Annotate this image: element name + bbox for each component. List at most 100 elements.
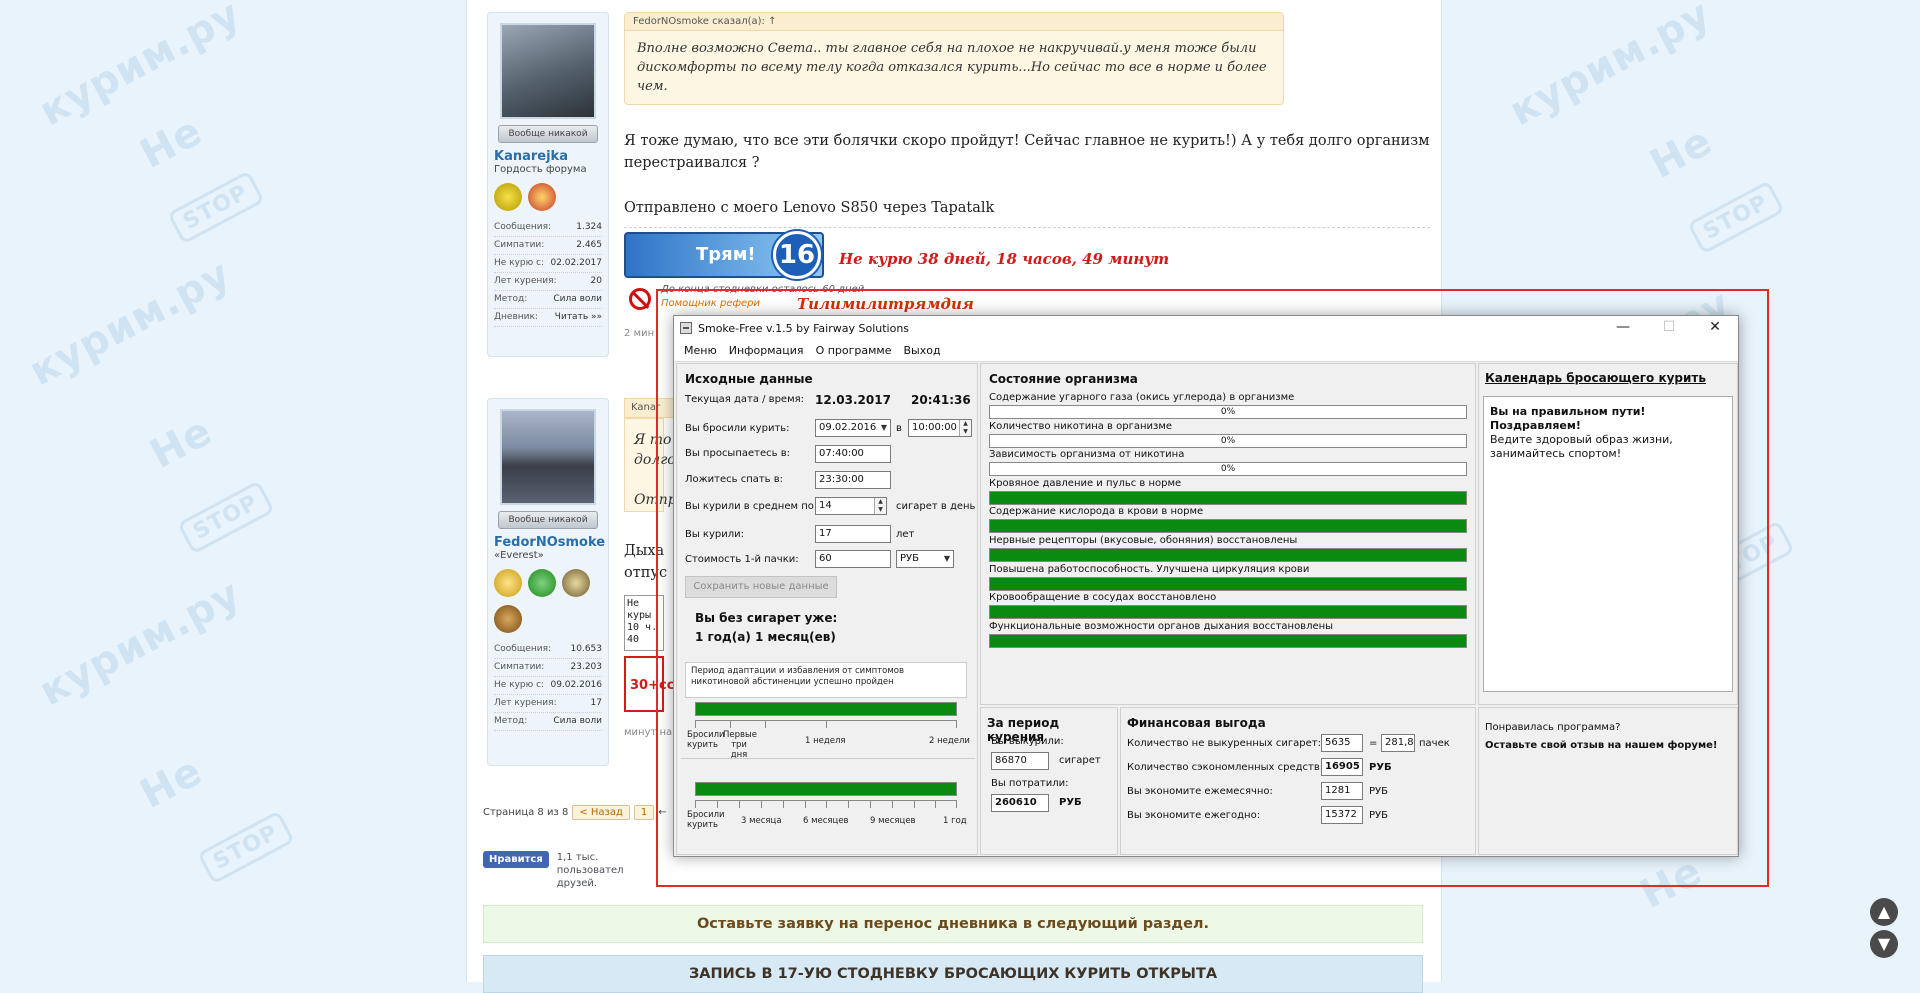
user-stat-value: Сила воли: [553, 716, 602, 726]
spinner-icon[interactable]: ▲ ▼: [874, 498, 886, 514]
username-link[interactable]: FedorNOsmoke: [494, 535, 605, 550]
progress-text: 0%: [1220, 407, 1236, 417]
user-stat-row: Симпатии: 2.465: [494, 237, 602, 255]
spinner-icon[interactable]: ▲ ▼: [959, 420, 971, 436]
avatar[interactable]: [500, 409, 596, 505]
years-unit: лет: [896, 529, 915, 540]
progress-fill: [696, 783, 956, 795]
signature-divider: [624, 227, 1430, 228]
calendar-line: Вы на правильном пути!: [1490, 405, 1646, 418]
prev-page-button[interactable]: < Назад: [572, 805, 630, 820]
calendar-panel: Календарь бросающего курить Вы на правил…: [1478, 363, 1738, 705]
quit-date-picker[interactable]: 09.02.2016 ▼: [815, 419, 891, 437]
trophy-icon[interactable]: [494, 183, 522, 211]
user-stat-label: Не курю с:: [494, 258, 545, 268]
health-progress-bar: [989, 490, 1467, 505]
avatar[interactable]: [500, 23, 596, 119]
menu-item-info[interactable]: Информация: [723, 344, 810, 357]
user-stat-label: Сообщения:: [494, 644, 552, 654]
menu-item-about[interactable]: О программе: [810, 344, 898, 357]
badges: [494, 183, 602, 211]
health-progress-bar: 0%: [989, 433, 1467, 448]
price-input[interactable]: 60: [815, 550, 891, 568]
user-stat-label: Лет курения:: [494, 276, 557, 286]
avg-cigarettes-stepper[interactable]: 14 ▲ ▼: [815, 497, 887, 515]
user-stat-label: Дневник:: [494, 312, 538, 322]
years-input[interactable]: 17: [815, 525, 891, 543]
packs-value: 281,8: [1381, 734, 1415, 752]
menu-item-exit[interactable]: Выход: [898, 344, 947, 357]
health-item-label: Нервные рецепторы (вкусовые, обоняния) в…: [989, 535, 1298, 546]
announcement-banner[interactable]: ЗАПИСЬ В 17-УЮ СТОДНЕВКУ БРОСАЮЩИХ КУРИТ…: [483, 955, 1423, 993]
user-info-panel: Вообще никакой Kanarejka Гордость форума…: [487, 12, 609, 357]
saved-label: Количество сэкономленных средств:: [1127, 762, 1324, 773]
user-title: Гордость форума: [494, 164, 587, 175]
app-window: Smoke-Free v.1.5 by Fairway Solutions — …: [673, 315, 1739, 857]
star-icon[interactable]: [494, 605, 522, 633]
post-message: Я тоже думаю, что все эти болячки скоро …: [624, 133, 1430, 171]
scale-label: 3 месяца: [741, 816, 782, 826]
user-stat-label: Метод:: [494, 716, 528, 726]
maximize-button[interactable]: ☐: [1646, 316, 1692, 340]
quote-text: Вполне возможно Света.. ты главное себя …: [637, 41, 1267, 94]
adaptation-progress: [695, 702, 957, 716]
user-stat-value: Читать »»: [554, 312, 602, 322]
progress-fill: [990, 491, 1466, 504]
title-bar[interactable]: Smoke-Free v.1.5 by Fairway Solutions — …: [674, 316, 1738, 340]
watermark: курим.ру: [32, 0, 249, 136]
quit-in-label: в: [896, 423, 902, 434]
badges: [494, 569, 602, 597]
menu-item-menu[interactable]: Меню: [678, 344, 723, 357]
quote-author[interactable]: FedorNOsmoke сказал(а): ↑: [625, 13, 1283, 31]
calendar-link[interactable]: Календарь бросающего курить: [1485, 371, 1706, 385]
username-link[interactable]: Kanarejka: [494, 149, 602, 164]
signature-badge: 16: [773, 231, 821, 279]
badges: [494, 605, 602, 633]
spent-value: 260610: [991, 794, 1049, 812]
health-item-label: Содержание угарного газа (окись углерода…: [989, 392, 1295, 403]
health-progress-bar: [989, 576, 1467, 591]
panel-title: Исходные данные: [685, 372, 813, 386]
award-icon[interactable]: [528, 569, 556, 597]
post-time[interactable]: 2 мин: [624, 328, 654, 339]
save-data-button[interactable]: Сохранить новые данные: [685, 576, 837, 598]
user-stat-value: Сила воли: [553, 294, 602, 304]
no-smoking-icon: [629, 288, 651, 310]
currency-select[interactable]: РУБ ▼: [896, 550, 954, 568]
current-date: 12.03.2017: [815, 393, 891, 407]
status-button[interactable]: Вообще никакой: [498, 125, 598, 143]
menu-bar: Меню Информация О программе Выход: [674, 340, 1738, 362]
health-progress-bar: [989, 633, 1467, 648]
post-sent-from: Отправлено с моего Lenovo S850 через Tap…: [624, 200, 995, 216]
medal-icon[interactable]: [494, 569, 522, 597]
source-data-panel: Исходные данные Текущая дата / время: 12…: [676, 363, 978, 855]
facebook-like-button[interactable]: Нравится: [483, 851, 549, 868]
scroll-up-icon[interactable]: ▲: [1870, 898, 1898, 926]
page-link[interactable]: 1: [633, 805, 655, 820]
quit-time-stepper[interactable]: 10:00:00 ▲ ▼: [908, 419, 972, 437]
feedback-link[interactable]: Оставьте свой отзыв на нашем форуме!: [1485, 740, 1717, 751]
calendar-message: Вы на правильном пути! Поздравляем! Веди…: [1483, 396, 1733, 692]
scroll-down-icon[interactable]: ▼: [1870, 930, 1898, 958]
avg-unit: сигарет в день: [896, 501, 976, 512]
watermark: курим.ру: [22, 250, 239, 396]
user-stat-value: 17: [590, 698, 602, 708]
facebook-like: Нравится 1,1 тыс. пользовател друзей.: [483, 851, 647, 890]
minimize-button[interactable]: —: [1600, 316, 1646, 340]
close-button[interactable]: ✕: [1692, 316, 1738, 340]
medal-icon[interactable]: [528, 183, 556, 211]
award-icon[interactable]: [562, 569, 590, 597]
sleep-time-input[interactable]: 23:30:00: [815, 471, 891, 489]
without-label: Вы без сигарет уже:: [695, 611, 838, 625]
wake-time-input[interactable]: 07:40:00: [815, 445, 891, 463]
status-button[interactable]: Вообще никакой: [498, 511, 598, 529]
progress-fill: [990, 634, 1466, 647]
smoked-label: Вы выкурили:: [991, 736, 1064, 747]
scale-label: 6 месяцев: [803, 816, 849, 826]
smoking-period-panel: За период курения Вы выкурили: 86870 сиг…: [980, 707, 1118, 855]
notice-banner[interactable]: Оставьте заявку на перенос дневника в сл…: [483, 905, 1423, 943]
scale-label: Бросили курить: [687, 730, 725, 750]
health-item-label: Кровяное давление и пульс в норме: [989, 477, 1182, 489]
health-progress-bar: [989, 519, 1467, 534]
health-progress-bar: [989, 548, 1467, 562]
